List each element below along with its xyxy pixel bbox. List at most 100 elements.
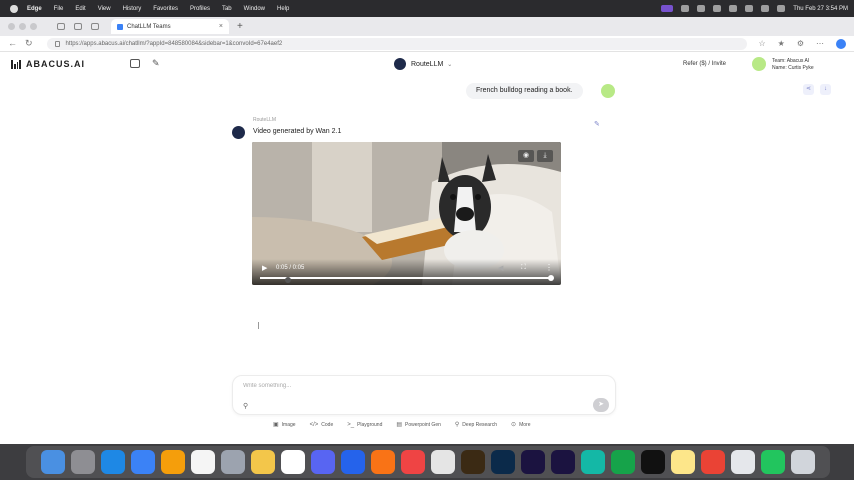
menu-profiles[interactable]: Profiles (190, 6, 210, 12)
tool-deep-research[interactable]: ⚲ Deep Research (454, 421, 497, 429)
dock-mail-icon[interactable] (131, 450, 155, 474)
video-player[interactable]: ◉ ⤓ ▶ 0:05 / 0:05 ◀ ⛶ ⋮ (252, 142, 561, 285)
wifi-icon[interactable] (745, 5, 754, 12)
dock-photos-icon[interactable] (161, 450, 185, 474)
menu-favorites[interactable]: Favorites (153, 6, 178, 12)
tool-more[interactable]: ⊙ More (511, 421, 530, 429)
dock-notes-icon[interactable] (251, 450, 275, 474)
menu-tab[interactable]: Tab (222, 6, 232, 12)
download-icon[interactable]: ↓ (820, 84, 831, 95)
favorite-star-icon[interactable]: ☆ (758, 39, 765, 48)
menu-edit[interactable]: Edit (75, 6, 85, 12)
bot-avatar (232, 126, 245, 139)
dock-notes-2-icon[interactable] (671, 450, 695, 474)
browser-profile-avatar[interactable] (836, 38, 846, 49)
screen-record-icon[interactable] (661, 5, 674, 12)
tool-image[interactable]: ▣ Image (273, 421, 296, 429)
cloud-icon[interactable] (681, 5, 690, 12)
dock-finder-icon[interactable] (41, 450, 65, 474)
url-text: https://apps.abacus.ai/chatllm/?appId=84… (65, 40, 283, 47)
dock-photoshop-icon[interactable] (491, 450, 515, 474)
video-progress-knob[interactable] (548, 275, 554, 281)
dock-music-icon[interactable] (401, 450, 425, 474)
send-button[interactable]: ➤ (593, 398, 609, 412)
dock-capcut-icon[interactable] (641, 450, 665, 474)
video-progress-bar[interactable] (260, 275, 554, 281)
tool-label: Powerpoint Gen (405, 421, 441, 428)
address-row: ← ↻ https://apps.abacus.ai/chatllm/?appI… (0, 36, 854, 52)
research-icon: ⚲ (454, 422, 460, 428)
dock-app-store-icon[interactable] (341, 450, 365, 474)
dock-premiere-icon[interactable] (551, 450, 575, 474)
menu-app-name[interactable]: Edge (27, 6, 42, 12)
play-icon[interactable]: ▶ (262, 264, 267, 272)
sidebar-toggle-icon[interactable] (130, 59, 140, 68)
new-tab-button[interactable]: + (237, 21, 243, 32)
dock-messages-icon[interactable] (761, 450, 785, 474)
search-icon[interactable] (761, 5, 770, 12)
model-selector[interactable]: RouteLLM ⌄ (394, 58, 452, 70)
close-window-button[interactable] (8, 23, 15, 30)
user-avatar[interactable] (752, 57, 766, 71)
edit-pencil-icon[interactable]: ✎ (594, 120, 600, 128)
menu-file[interactable]: File (54, 6, 64, 12)
attach-icon[interactable]: ⚲ (243, 402, 248, 410)
menu-view[interactable]: View (98, 6, 111, 12)
dock-reminders-icon[interactable] (281, 450, 305, 474)
zoom-window-button[interactable] (30, 23, 37, 30)
dock-chatgpt-icon[interactable] (431, 450, 455, 474)
tool-code[interactable]: </> Code (310, 421, 334, 428)
dock-launchpad-icon[interactable] (71, 450, 95, 474)
back-icon[interactable]: ← (8, 39, 17, 48)
play-icon[interactable] (713, 5, 722, 12)
dock-settings-icon[interactable] (221, 450, 245, 474)
close-tab-icon[interactable]: × (219, 23, 223, 30)
refer-invite-button[interactable]: Refer ($) / Invite (683, 61, 726, 67)
dock-trash-icon[interactable] (791, 450, 815, 474)
menu-help[interactable]: Help (277, 6, 289, 12)
tab-actions-icon[interactable] (91, 23, 99, 30)
message-input[interactable] (243, 383, 543, 389)
clock[interactable]: Thu Feb 27 3:54 PM (793, 6, 848, 12)
dock-chrome-icon[interactable] (701, 450, 725, 474)
profile-icon[interactable] (57, 23, 65, 30)
minimize-window-button[interactable] (19, 23, 26, 30)
more-options-icon[interactable]: ⋮ (545, 263, 553, 272)
new-chat-icon[interactable]: ✎ (152, 58, 162, 68)
dock-edge-icon[interactable] (581, 450, 605, 474)
tab-chatllm[interactable]: ChatLLM Teams × (111, 19, 229, 34)
download-video-icon[interactable]: ⤓ (537, 150, 553, 162)
volume-icon[interactable]: ◀ (498, 264, 503, 272)
fullscreen-icon[interactable]: ⛶ (521, 264, 526, 272)
dock-discord-icon[interactable] (311, 450, 335, 474)
menu-window[interactable]: Window (244, 6, 265, 12)
workspaces-icon[interactable] (74, 23, 82, 30)
control-center-icon[interactable] (777, 5, 786, 12)
apple-icon[interactable] (10, 4, 18, 13)
dock-calendar-icon[interactable] (191, 450, 215, 474)
dock-utility-icon[interactable] (731, 450, 755, 474)
fan-icon[interactable] (697, 5, 706, 12)
dock-vlc-icon[interactable] (371, 450, 395, 474)
tool-playground[interactable]: >_ Playground (347, 421, 382, 428)
dock-safari-icon[interactable] (101, 450, 125, 474)
battery-icon[interactable] (729, 5, 738, 12)
dock-numbers-icon[interactable] (611, 450, 635, 474)
share-icon[interactable]: ⋖ (803, 84, 814, 95)
user-info[interactable]: Team: Abacus AI Name: Curtis Pyke (772, 58, 814, 72)
favorites-icon[interactable]: ★ (778, 39, 785, 48)
dock-illustrator-icon[interactable] (461, 450, 485, 474)
view-icon[interactable]: ◉ (518, 150, 534, 162)
dock (26, 446, 830, 478)
dock-after-effects-icon[interactable] (521, 450, 545, 474)
tool-label: Image (281, 421, 296, 428)
tool-powerpoint-gen[interactable]: ▤ Powerpoint Gen (396, 421, 441, 429)
refresh-icon[interactable]: ↻ (25, 39, 33, 48)
user-team: Team: Abacus AI (772, 58, 810, 64)
abacus-logo[interactable]: ABACUS.AI (11, 59, 85, 69)
chevron-down-icon: ⌄ (447, 61, 453, 68)
browser-menu-icon[interactable]: ⋯ (816, 39, 824, 48)
menu-history[interactable]: History (123, 6, 142, 12)
extensions-icon[interactable]: ⚙ (797, 39, 804, 48)
address-bar[interactable]: https://apps.abacus.ai/chatllm/?appId=84… (46, 37, 747, 50)
